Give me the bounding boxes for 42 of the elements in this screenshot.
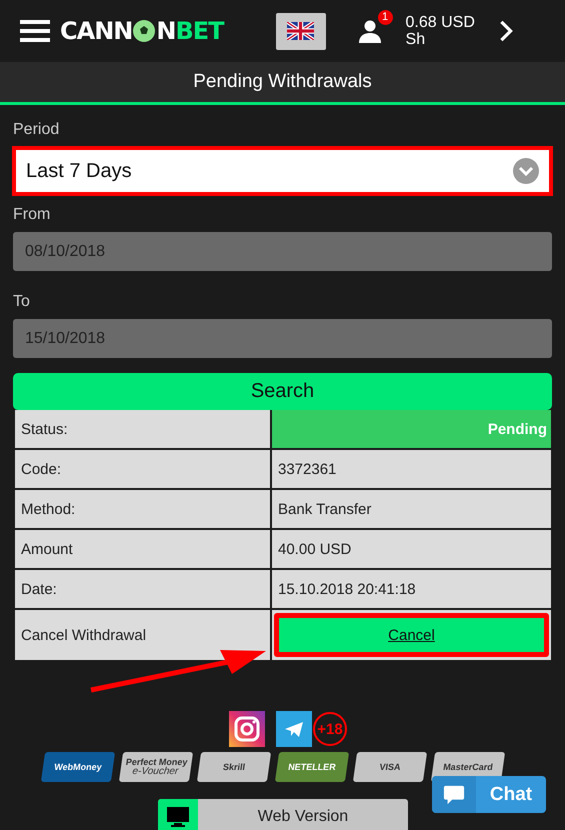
camera-icon[interactable] — [229, 711, 265, 747]
payment-logo: Perfect Money e-Voucher — [118, 752, 193, 782]
field-label: From — [13, 206, 52, 224]
status-cell: Pending — [272, 410, 551, 448]
speech-bubble-icon — [443, 784, 465, 806]
table-cell: Cancel Withdrawal — [15, 610, 270, 660]
age-restriction-badge: +18 — [313, 712, 347, 746]
flag-icon — [287, 22, 314, 40]
user-icon[interactable] — [358, 19, 382, 43]
payment-logo: VISA — [352, 752, 427, 782]
paper-plane-icon[interactable] — [276, 711, 312, 747]
table-cell: Date: — [15, 570, 270, 608]
chevron-right-icon[interactable] — [498, 20, 513, 42]
payment-logo: Skrill — [196, 752, 271, 782]
table-cell: Bank Transfer — [272, 490, 551, 528]
table-cell: 15.10.2018 20:41:18 — [272, 570, 551, 608]
monitor-icon — [166, 806, 190, 828]
table-cell: Status: — [15, 410, 270, 448]
table-cell: Method: — [15, 490, 270, 528]
menu-icon[interactable] — [20, 20, 50, 42]
logo-text: BET — [175, 17, 224, 45]
table-cell: 40.00 USD — [272, 530, 551, 568]
table-cell: 3372361 — [272, 450, 551, 488]
logo-text: CANN — [60, 17, 132, 45]
language-button[interactable] — [276, 12, 326, 50]
payment-logo: WebMoney — [40, 752, 115, 782]
field-label: To — [13, 293, 31, 311]
period-select[interactable]: Last 7 Days — [12, 146, 553, 196]
balance-text: 0.68 USD — [406, 14, 475, 31]
field-label: Period — [13, 121, 60, 139]
payment-logo: NETELLER — [274, 752, 349, 782]
web-version-button[interactable]: Web Version — [158, 799, 408, 830]
soccer-ball-icon — [132, 19, 156, 43]
logo-text: N — [156, 17, 176, 45]
dropdown-icon — [513, 158, 539, 184]
page-title: Pending Withdrawals — [193, 71, 372, 93]
cancel-button[interactable]: Cancel — [274, 613, 549, 657]
username-text: Sh — [406, 31, 426, 48]
table-cell: Code: — [15, 450, 270, 488]
table-cell: Amount — [15, 530, 270, 568]
notification-badge: 1 — [378, 10, 393, 25]
search-button[interactable]: Search — [13, 373, 552, 410]
